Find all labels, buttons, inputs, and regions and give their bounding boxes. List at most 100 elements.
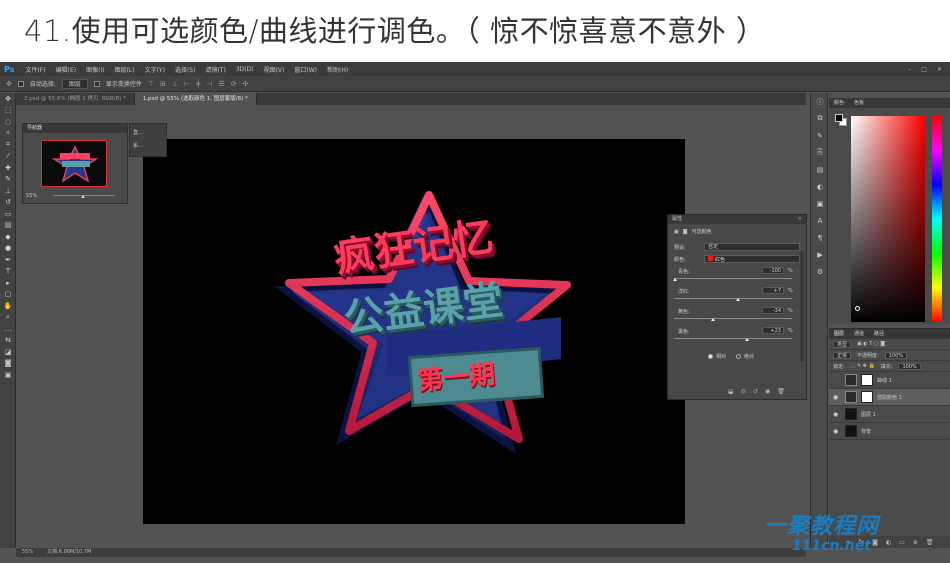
menu-view[interactable]: 视图(V) <box>259 65 290 74</box>
align-middle-icon[interactable]: ⊞ <box>160 80 166 88</box>
hand-icon[interactable]: ✋ <box>0 300 16 312</box>
absolute-radio-dot[interactable] <box>736 354 741 359</box>
paragraph-icon[interactable]: ¶ <box>811 229 829 246</box>
document-canvas[interactable]: 疯狂记忆 公益课堂 第一期 <box>143 139 685 524</box>
auto-select-dropdown[interactable]: 图层 <box>61 78 88 89</box>
color-cursor[interactable] <box>855 306 860 311</box>
filter-icons[interactable]: ▣ ◐ T ▢ ◙ <box>857 341 885 347</box>
menu-file[interactable]: 文件(F) <box>20 65 50 74</box>
fg-bg-color-icon[interactable]: ◪ <box>0 346 16 358</box>
move-icon[interactable]: ✥ <box>0 93 16 105</box>
menu-help[interactable]: 帮助(H) <box>322 65 353 74</box>
layer-name[interactable]: 背景 <box>861 428 871 435</box>
cyan-slider[interactable] <box>674 278 792 279</box>
quick-mask-icon[interactable]: ◙ <box>0 358 16 370</box>
layer-row-background[interactable]: ◉ 背景 <box>829 423 950 440</box>
align-center-icon[interactable]: ╪ <box>196 80 200 88</box>
layer-row-curves[interactable]: 曲线 1 <box>829 372 950 389</box>
hue-slider[interactable] <box>932 116 942 322</box>
tab-channels[interactable]: 通道 <box>854 329 864 339</box>
cyan-slider-knob[interactable] <box>673 278 677 281</box>
blend-mode-dropdown[interactable]: 正常 <box>833 351 852 359</box>
relative-radio[interactable]: 相对 <box>708 353 726 360</box>
clip-icon[interactable]: ⬓ <box>728 388 734 395</box>
eyedropper-icon[interactable]: ⁄ <box>0 151 16 163</box>
tool-preset-icon[interactable]: ⚙ <box>811 263 829 280</box>
menu-type[interactable]: 文字(Y) <box>140 65 170 74</box>
brush-preset-icon[interactable]: ✎ <box>811 127 829 144</box>
magenta-slider-knob[interactable] <box>736 298 740 301</box>
magenta-value[interactable]: +7 <box>762 287 784 294</box>
tab-1psd[interactable]: 1.psd @ 55% (选取颜色 1, 图层蒙版/8) * <box>134 93 257 105</box>
black-slider-knob[interactable] <box>745 338 749 341</box>
mini-item-2[interactable]: 系... <box>133 140 163 153</box>
menu-window[interactable]: 窗口(W) <box>289 65 322 74</box>
cyan-value[interactable]: -100 <box>762 267 784 274</box>
eraser-icon[interactable]: ▭ <box>0 208 16 220</box>
3d-mode-icon[interactable]: ⟳ <box>231 80 237 88</box>
blur-icon[interactable]: ◆ <box>0 231 16 243</box>
layer-kind-dropdown[interactable]: 类型 <box>833 340 852 348</box>
view-previous-icon[interactable]: ◎ <box>741 388 746 395</box>
lasso-icon[interactable]: ◌ <box>0 116 16 128</box>
zoom-icon[interactable]: ⌕ <box>0 312 16 324</box>
status-zoom[interactable]: 55% <box>22 548 33 557</box>
yellow-slider-knob[interactable] <box>711 318 715 321</box>
foreground-swatch[interactable] <box>835 114 843 122</box>
history-brush-icon[interactable]: ↺ <box>0 197 16 209</box>
colors-dropdown[interactable]: 红色 <box>704 255 800 263</box>
menu-image[interactable]: 图像(I) <box>81 65 109 74</box>
align-right-icon[interactable]: ⊣ <box>206 80 212 88</box>
absolute-radio[interactable]: 绝对 <box>736 353 754 360</box>
adjustments-icon[interactable]: ◐ <box>811 178 829 195</box>
eye-icon[interactable]: ◉ <box>833 428 841 435</box>
delete-icon[interactable]: 🗑 <box>777 388 785 395</box>
history-icon[interactable]: ⧉ <box>811 110 829 127</box>
tab-color[interactable]: 颜色 <box>834 98 844 108</box>
align-bottom-icon[interactable]: ⊥ <box>172 80 178 88</box>
maximize-icon[interactable]: □ <box>921 66 927 73</box>
screen-mode-icon[interactable]: ▣ <box>0 369 16 381</box>
auto-select-checkbox[interactable] <box>17 80 24 87</box>
healing-icon[interactable]: ✚ <box>0 162 16 174</box>
swap-colors-icon[interactable]: ⇆ <box>0 335 16 347</box>
actions-icon[interactable]: ▤ <box>811 161 829 178</box>
tab-swatches[interactable]: 色板 <box>854 98 864 108</box>
mini-histogram[interactable]: 直... <box>133 127 163 140</box>
eye-icon[interactable]: ◉ <box>833 394 841 401</box>
menu-filter[interactable]: 滤镜(T) <box>200 65 230 74</box>
navigator-zoom-knob[interactable] <box>81 195 85 198</box>
layer-row-selective-color[interactable]: ◉ 选取颜色 1 <box>829 389 950 406</box>
visibility-icon[interactable]: ◉ <box>765 388 770 395</box>
relative-radio-dot[interactable] <box>708 354 713 359</box>
properties-icon[interactable]: ▣ <box>811 195 829 212</box>
properties-scrollbar[interactable] <box>800 251 804 361</box>
pen-icon[interactable]: ✒ <box>0 254 16 266</box>
type-icon[interactable]: T <box>0 266 16 278</box>
navigator-zoom[interactable]: 55% <box>26 193 37 199</box>
layer-row-layer1[interactable]: ◉ 图层 1 <box>829 406 950 423</box>
eye-icon[interactable]: ◉ <box>833 411 841 418</box>
opacity-field[interactable]: 100% <box>884 351 907 359</box>
show-transform-checkbox[interactable] <box>93 80 100 87</box>
tab-layers[interactable]: 图层 <box>834 329 844 339</box>
character-icon[interactable]: A <box>811 212 829 229</box>
yellow-value[interactable]: -34 <box>762 307 784 314</box>
layer-name[interactable]: 图层 1 <box>861 411 876 418</box>
layer-name[interactable]: 选取颜色 1 <box>877 394 902 401</box>
tab-2psd[interactable]: 2.psd @ 55.6% (椭圆 1 拷贝, RGB/8) * <box>16 93 135 105</box>
mask-thumbnail[interactable] <box>861 374 873 386</box>
mask-thumbnail[interactable] <box>861 391 873 403</box>
tab-paths[interactable]: 路径 <box>874 329 884 339</box>
lock-icons[interactable]: ⬚ ✎ ✥ 🔒 <box>851 363 875 369</box>
dodge-icon[interactable]: ● <box>0 243 16 255</box>
gradient-icon[interactable]: ▤ <box>0 220 16 232</box>
magic-wand-icon[interactable]: ✧ <box>0 128 16 140</box>
menu-edit[interactable]: 编辑(E) <box>51 65 81 74</box>
close-icon[interactable]: ✕ <box>937 66 942 73</box>
color-field[interactable] <box>851 116 925 322</box>
black-slider[interactable] <box>674 338 792 339</box>
timeline-icon[interactable]: ▶ <box>811 246 829 263</box>
minimize-icon[interactable]: – <box>908 66 911 73</box>
mask-icon[interactable]: ◙ <box>683 229 688 235</box>
